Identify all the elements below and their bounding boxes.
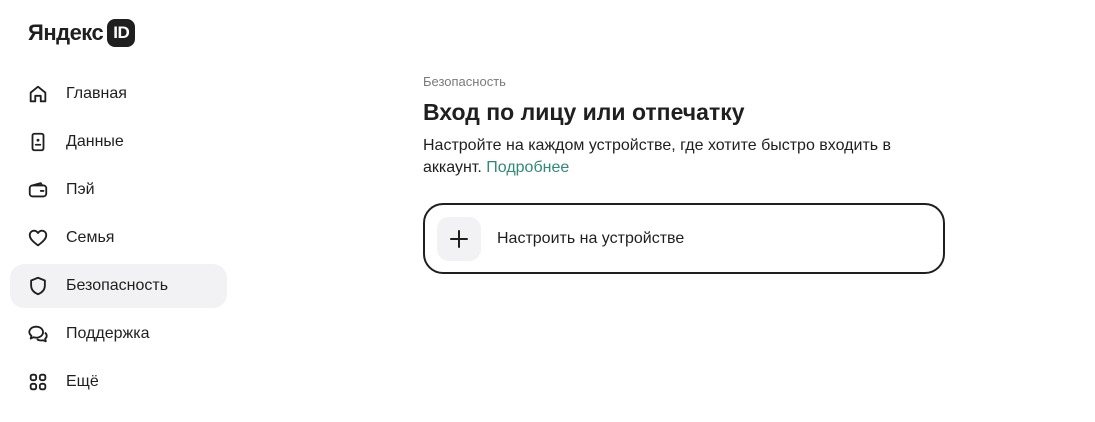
sidebar-item-home[interactable]: Главная: [10, 72, 227, 116]
grid-icon: [26, 370, 50, 394]
home-icon: [26, 82, 50, 106]
page-title: Вход по лицу или отпечатку: [423, 99, 745, 125]
sidebar-item-family[interactable]: Семья: [10, 216, 227, 260]
learn-more-link[interactable]: Подробнее: [486, 159, 569, 176]
logo-id-badge: ID: [107, 19, 136, 47]
page-description: Настройте на каждом устройстве, где хоти…: [423, 135, 903, 179]
yandex-id-logo[interactable]: Яндекс ID: [28, 18, 136, 48]
main-content: Безопасность Вход по лицу или отпечатку …: [423, 74, 983, 274]
sidebar-item-label: Семья: [66, 229, 115, 246]
sidebar-item-support[interactable]: Поддержка: [10, 312, 227, 356]
plus-icon: [437, 216, 481, 261]
section-caption: Безопасность: [423, 74, 506, 89]
sidebar-item-label: Данные: [66, 133, 124, 150]
sidebar-item-data[interactable]: Данные: [10, 120, 227, 164]
sidebar-item-more[interactable]: Ещё: [10, 360, 227, 404]
sidebar-item-pay[interactable]: Пэй: [10, 168, 227, 212]
sidebar-item-label: Пэй: [66, 181, 95, 198]
chat-bubbles-icon: [26, 322, 50, 346]
wallet-icon: [26, 178, 50, 202]
id-card-icon: [26, 130, 50, 154]
sidebar-item-security[interactable]: Безопасность: [10, 264, 227, 308]
setup-on-device-label: Настроить на устройстве: [497, 229, 685, 247]
logo-text: Яндекс: [28, 20, 104, 45]
sidebar-item-label: Ещё: [66, 373, 99, 390]
shield-icon: [26, 274, 50, 298]
sidebar-item-label: Главная: [66, 85, 127, 102]
setup-on-device-button[interactable]: Настроить на устройстве: [423, 203, 945, 274]
sidebar: Главная Данные Пэй Семья Безопасность По…: [10, 72, 227, 408]
sidebar-item-label: Безопасность: [66, 277, 169, 294]
heart-icon: [26, 226, 50, 250]
sidebar-item-label: Поддержка: [66, 325, 150, 342]
